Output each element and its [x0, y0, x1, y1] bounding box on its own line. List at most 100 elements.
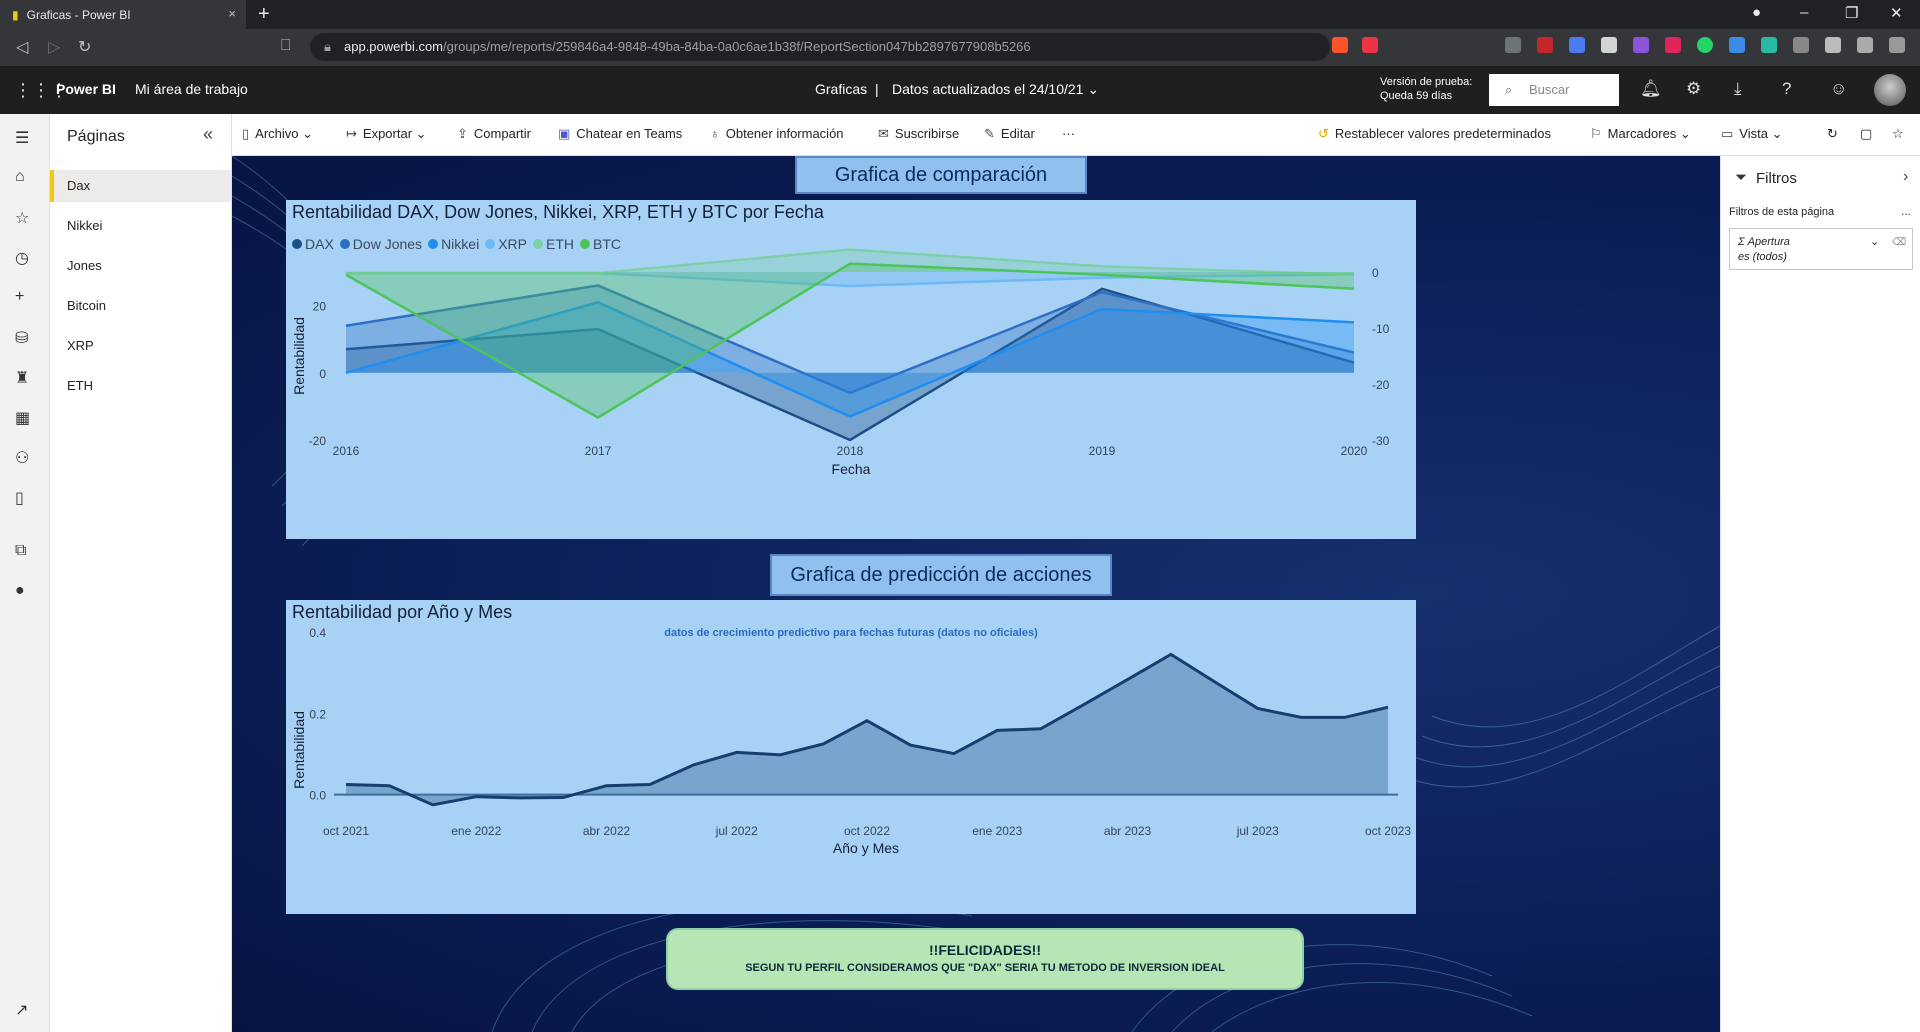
help-icon[interactable]: ?	[1782, 79, 1791, 99]
extension-s-icon[interactable]	[1601, 37, 1617, 53]
favorites-star-icon[interactable]: ☆	[15, 208, 29, 228]
close-window-icon[interactable]: ✕	[1890, 4, 1903, 22]
extension-camera-icon[interactable]	[1793, 37, 1809, 53]
learn-book-icon[interactable]: ▯	[15, 488, 24, 508]
comments-icon[interactable]: ▢	[1860, 126, 1872, 142]
back-icon[interactable]: ◁	[16, 37, 28, 57]
editar-button[interactable]: ✎ Editar	[984, 126, 1035, 142]
x-tick-label: jul 2023	[1236, 824, 1279, 838]
adblock-icon[interactable]	[1537, 37, 1553, 53]
vista-menu[interactable]: ▭ Vista ⌄	[1721, 126, 1782, 142]
page-item-xrp[interactable]: XRP	[50, 330, 231, 362]
more-options-button[interactable]: ···	[1062, 126, 1075, 141]
restablecer-button[interactable]: ↺ Restablecer valores predeterminados	[1318, 126, 1551, 142]
extension-blue-icon[interactable]	[1729, 37, 1745, 53]
teams-button[interactable]: ▣ Chatear en Teams	[558, 126, 682, 142]
historical-chart-panel[interactable]: Rentabilidad DAX, Dow Jones, Nikkei, XRP…	[286, 200, 1416, 539]
collapse-pages-icon[interactable]: «	[203, 124, 213, 145]
file-icon: ▯	[242, 126, 250, 141]
apps-icon[interactable]: ▦	[15, 408, 30, 428]
whatsapp-icon[interactable]	[1697, 37, 1713, 53]
page-item-bitcoin[interactable]: Bitcoin	[50, 290, 231, 322]
title-separator: |	[875, 81, 879, 97]
search-input[interactable]: ⌕ Buscar	[1489, 74, 1619, 106]
restore-icon[interactable]: ❐	[1845, 4, 1858, 22]
profile-icon[interactable]: ●	[1752, 4, 1761, 21]
teams-label: Chatear en Teams	[576, 126, 683, 141]
datasets-icon[interactable]: ⛁	[15, 328, 28, 348]
extension-purple-icon[interactable]	[1633, 37, 1649, 53]
x-tick-label: oct 2023	[1365, 824, 1411, 838]
filters-title: Filtros	[1756, 170, 1797, 187]
page-item-nikkei[interactable]: Nikkei	[50, 210, 231, 242]
compartir-button[interactable]: ⇪ Compartir	[457, 126, 531, 142]
minimize-icon[interactable]: –	[1800, 4, 1808, 21]
browser-tab[interactable]: ▮ Graficas - Power BI ×	[0, 0, 246, 29]
x-axis-title: Fecha	[832, 461, 871, 477]
x-tick-label: abr 2023	[1104, 824, 1152, 838]
expand-filters-icon[interactable]: ›	[1903, 168, 1908, 186]
data-updated-label: Datos actualizados el 24/10/21	[892, 81, 1084, 97]
home-icon[interactable]: ⌂	[15, 168, 25, 186]
clear-filter-icon[interactable]: ⌫	[1892, 235, 1906, 250]
extension-shield-icon[interactable]	[1505, 37, 1521, 53]
forward-icon[interactable]: ▷	[48, 37, 60, 57]
data-updated-dropdown[interactable]: Datos actualizados el 24/10/21 ⌄	[892, 81, 1099, 98]
y-axis-title: Rentabilidad	[291, 317, 307, 395]
marcadores-menu[interactable]: ⚐ Marcadores ⌄	[1590, 126, 1691, 142]
y-tick-label: 0	[319, 367, 326, 381]
y2-tick-label: -30	[1372, 434, 1390, 448]
report-canvas: Grafica de comparación histórica Rentabi…	[232, 156, 1720, 1032]
chart1-plot: 20 0 -20 0 -10 -20 -30 2016 2017 2018 2019 2020 Fech…	[291, 248, 1390, 477]
page-item-jones[interactable]: Jones	[50, 250, 231, 282]
favorite-star-icon[interactable]: ☆	[1892, 126, 1904, 142]
suscribirse-button[interactable]: ✉ Suscribirse	[878, 126, 959, 142]
exportar-menu[interactable]: ↦ Exportar ⌄	[346, 126, 427, 142]
url-path: /groups/me/reports/259846a4-9848-49ba-84…	[443, 39, 1031, 54]
chevron-down-icon[interactable]: ⌄	[1870, 235, 1879, 250]
y-tick-label: 0.4	[309, 626, 326, 640]
brave-shield-icon[interactable]	[1332, 37, 1348, 53]
x-axis-title: Año y Mes	[833, 840, 899, 856]
workspace-link[interactable]: Mi área de trabajo	[135, 81, 248, 97]
reload-icon[interactable]: ↻	[78, 37, 91, 57]
prediction-chart-panel[interactable]: Rentabilidad por Año y Mes datos de crec…	[286, 600, 1416, 914]
playlist-icon[interactable]	[1857, 37, 1873, 53]
recent-clock-icon[interactable]: ◷	[15, 248, 29, 268]
new-tab-button[interactable]: +	[258, 3, 270, 26]
bookmark-icon[interactable]: ⎕	[281, 37, 291, 55]
expand-arrow-icon[interactable]: ↗	[15, 1000, 28, 1020]
search-icon: ⌕	[1505, 82, 1513, 97]
shared-people-icon[interactable]: ⚇	[15, 448, 29, 468]
trial-line2: Queda 59 días	[1380, 90, 1453, 102]
report-title: Graficas	[815, 81, 868, 97]
menu-icon[interactable]	[1889, 37, 1905, 53]
url-field[interactable]: 🔒︎ app.powerbi.com/groups/me/reports/259…	[310, 33, 1330, 61]
create-plus-icon[interactable]: +	[15, 288, 24, 306]
filters-more-button[interactable]: ...	[1901, 204, 1911, 218]
page-item-dax[interactable]: Dax	[50, 170, 231, 202]
view-icon: ▭	[1721, 126, 1734, 141]
refresh-visuals-icon[interactable]: ↻	[1827, 126, 1838, 142]
extension-chart-icon[interactable]	[1761, 37, 1777, 53]
settings-gear-icon[interactable]: ⚙	[1686, 79, 1701, 99]
user-avatar[interactable]	[1874, 74, 1906, 106]
close-tab-icon[interactable]: ×	[228, 6, 236, 21]
obtener-info-button[interactable]: ♁ Obtener información	[710, 126, 844, 141]
extension-tp-icon[interactable]	[1665, 37, 1681, 53]
archivo-menu[interactable]: ▯ Archivo ⌄	[242, 126, 313, 142]
filter-card-apertura[interactable]: Σ Apertura es (todos) ⌄ ⌫	[1729, 228, 1913, 270]
pages-heading: Páginas	[67, 128, 125, 145]
notifications-icon[interactable]: 🔔︎	[1640, 79, 1662, 99]
brand-label[interactable]: Power BI	[56, 81, 116, 97]
workspaces-icon[interactable]: ⧉	[15, 542, 26, 560]
feedback-smiley-icon[interactable]: ☺	[1830, 79, 1847, 99]
goals-trophy-icon[interactable]: ♜	[15, 368, 29, 388]
extensions-puzzle-icon[interactable]	[1825, 37, 1841, 53]
page-item-eth[interactable]: ETH	[50, 370, 231, 402]
my-workspace-avatar-icon[interactable]: ●	[15, 582, 25, 600]
translate-icon[interactable]	[1569, 37, 1585, 53]
brave-rewards-icon[interactable]	[1362, 37, 1378, 53]
download-icon[interactable]: ⤓	[1734, 79, 1742, 99]
hamburger-menu-icon[interactable]: ☰	[15, 128, 29, 148]
